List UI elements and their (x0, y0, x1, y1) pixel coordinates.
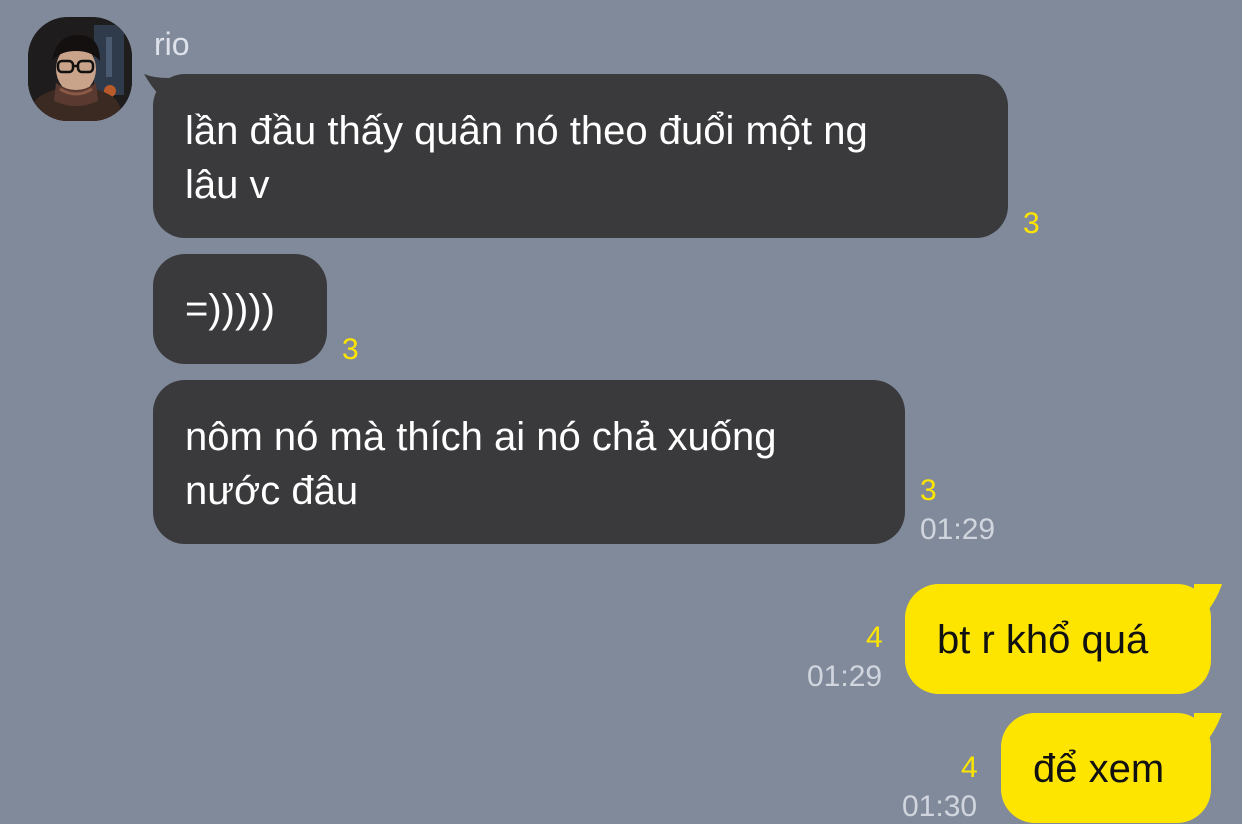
unread-count: 4 (961, 751, 978, 784)
message-text: để xem (1033, 747, 1165, 791)
incoming-message-bubble[interactable]: =))))) (153, 254, 327, 364)
message-text-line: nôm nó mà thích ai nó chả xuống (185, 415, 777, 459)
unread-count: 3 (342, 333, 359, 366)
avatar-photo-icon (28, 17, 132, 121)
message-text-line: lâu v (185, 163, 270, 207)
sender-name: rio (154, 26, 190, 62)
unread-count: 3 (1023, 207, 1040, 240)
incoming-message-bubble[interactable]: lần đầu thấy quân nó theo đuổi một ng lâ… (153, 74, 1008, 238)
message-text-line: nước đâu (185, 469, 359, 513)
bubble-tail-icon (1194, 713, 1222, 747)
message-text-line: lần đầu thấy quân nó theo đuổi một ng (185, 109, 868, 153)
message-timestamp: 01:29 (807, 660, 883, 693)
outgoing-message-bubble[interactable]: để xem (1001, 713, 1211, 823)
message-text: bt r khổ quá (937, 618, 1149, 662)
unread-count: 3 (920, 474, 937, 507)
message-timestamp: 01:30 (902, 790, 978, 823)
message-timestamp: 01:29 (920, 513, 996, 546)
unread-count: 4 (866, 621, 883, 654)
outgoing-message-bubble[interactable]: bt r khổ quá (905, 584, 1211, 694)
sender-avatar[interactable] (28, 17, 132, 121)
incoming-message-bubble[interactable]: nôm nó mà thích ai nó chả xuống nước đâu (153, 380, 905, 544)
bubble-tail-icon (1194, 584, 1222, 618)
message-text-line: =))))) (185, 287, 275, 331)
